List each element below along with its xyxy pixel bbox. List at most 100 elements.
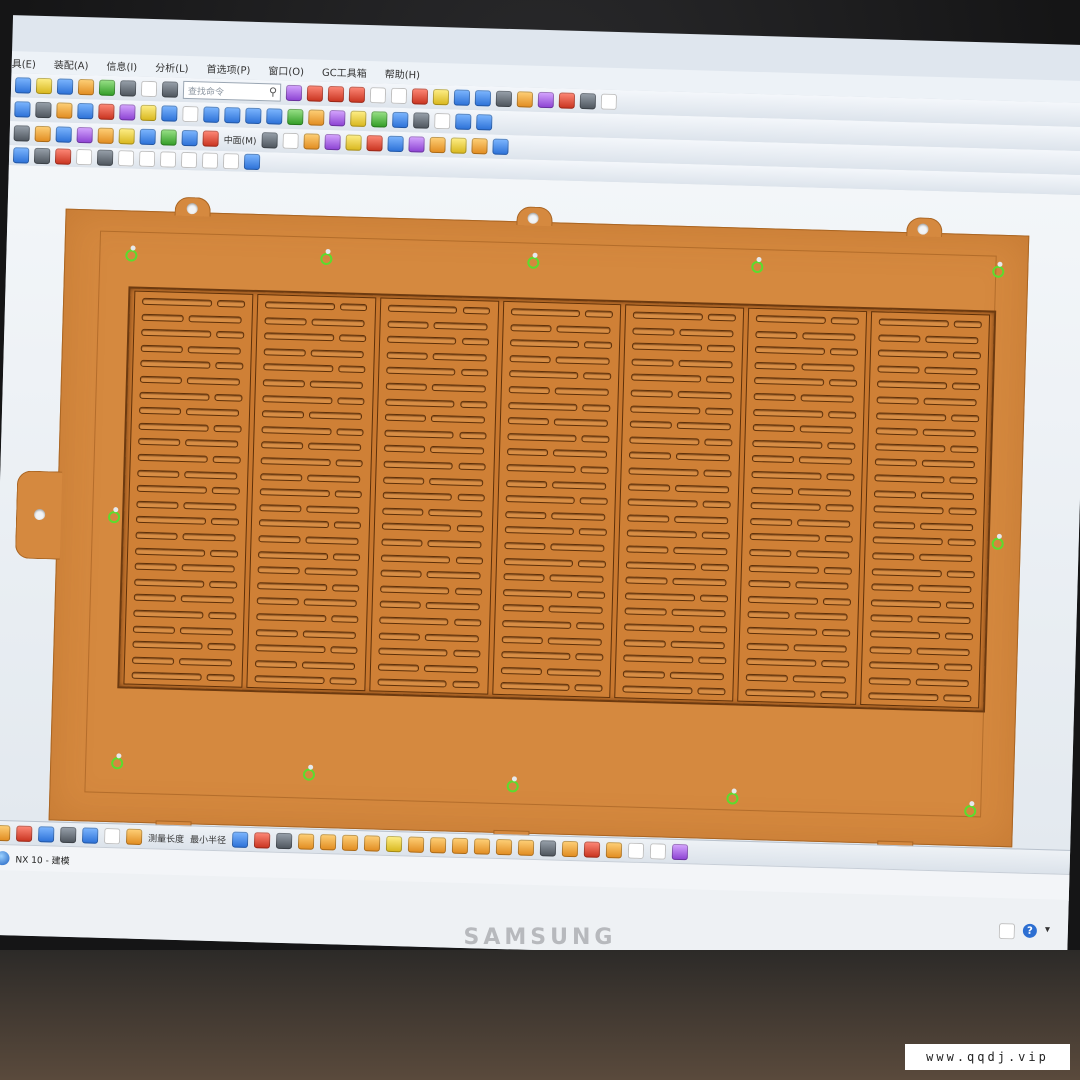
mold-icon-7[interactable] [429,837,447,854]
draft-icon[interactable] [579,92,597,110]
selection-icon-5[interactable] [96,149,114,166]
view-icon[interactable] [600,93,618,110]
cube-icon-3[interactable] [266,108,283,125]
cube-icon-2[interactable] [245,107,262,125]
face-icon-6[interactable] [118,128,135,145]
selection-icon-3[interactable] [54,148,72,165]
feature-icon-4[interactable] [77,102,94,120]
mold-icon-13[interactable] [561,840,579,858]
point-marker[interactable] [991,537,1004,550]
analysis-icon-5[interactable] [81,827,99,844]
face-icon-8[interactable] [160,129,177,146]
clock-icon[interactable] [649,843,667,860]
analysis-icon-8[interactable] [253,832,271,849]
mold-icon-6[interactable] [407,836,425,853]
menu-preferences[interactable]: 首选项(P) [206,60,250,76]
face-icon-14[interactable] [324,133,341,151]
redo-icon[interactable] [56,78,74,95]
taskbar-item-nx[interactable]: NX 10 - 建模 [0,850,70,867]
hand-icon[interactable] [35,77,53,95]
mold-icon-15[interactable] [605,841,623,859]
face-icon-4[interactable] [76,126,93,144]
feature-icon-7[interactable] [140,104,157,122]
slot-panel[interactable] [737,307,868,705]
feature-icon-8[interactable] [161,105,178,122]
face-icon-19[interactable] [429,136,446,154]
selection-icon-12[interactable] [243,153,261,171]
graphics-window[interactable] [0,165,1080,862]
selection-icon-11[interactable] [222,153,240,170]
menu-gc-toolbox[interactable]: GC工具箱 [322,63,367,79]
offset-curve-icon[interactable] [369,87,387,104]
slot-panel[interactable] [491,300,622,699]
feature-icon-9[interactable] [182,105,199,123]
face-icon-22[interactable] [492,138,509,155]
analysis-icon-6[interactable] [103,827,121,845]
selection-icon-6[interactable] [117,150,135,167]
datum-icon[interactable] [516,91,534,108]
face-icon-3[interactable] [55,126,72,143]
menu-assembly[interactable]: 装配(A) [54,56,89,72]
selection-icon-1[interactable] [12,147,30,164]
undo-icon[interactable] [14,77,32,94]
face-icon-11[interactable] [261,132,278,149]
slot-panel[interactable] [860,311,991,709]
edge-blend-icon[interactable] [558,92,576,109]
arc-icon[interactable] [327,85,345,103]
select-icon[interactable] [98,79,116,96]
analysis-icon-1[interactable] [0,824,11,842]
analysis-icon-9[interactable] [275,832,293,850]
mold-icon-14[interactable] [583,841,601,858]
display-icon[interactable] [161,81,179,98]
face-icon-12[interactable] [282,132,299,150]
selection-icon-8[interactable] [159,151,177,168]
selection-icon-7[interactable] [138,150,156,168]
selection-icon-2[interactable] [33,147,51,165]
point-marker[interactable] [992,265,1005,278]
analysis-icon-4[interactable] [59,826,77,844]
feature-icon-2[interactable] [35,101,52,119]
orient-icon[interactable] [392,111,409,129]
mold-icon-12[interactable] [539,840,557,857]
slot-panel[interactable] [246,294,377,692]
feature-icon-6[interactable] [119,104,136,121]
slot-cavity[interactable] [117,286,997,713]
mold-icon-9[interactable] [473,838,491,855]
fill-icon[interactable] [308,109,325,126]
sketch-icon[interactable] [390,87,408,105]
face-icon-1[interactable] [13,125,30,142]
subtract-icon[interactable] [474,90,492,107]
face-icon-7[interactable] [139,128,156,146]
section-icon[interactable] [434,112,451,130]
mold-icon-4[interactable] [363,835,381,852]
slot-panel[interactable] [614,304,745,702]
menu-analysis[interactable]: 分析(L) [155,59,189,75]
mold-icon-2[interactable] [319,834,337,851]
refresh-icon[interactable] [671,843,689,861]
face-icon-15[interactable] [345,134,362,151]
feature-icon-1[interactable] [14,101,31,118]
mold-icon-11[interactable] [517,839,535,856]
unite-icon[interactable] [453,89,471,106]
slot-panel[interactable] [123,290,254,688]
snap-icon[interactable] [77,78,95,96]
filter-icon[interactable] [119,80,137,97]
face-icon-16[interactable] [366,135,383,152]
feature-icon-5[interactable] [98,103,115,120]
wireframe-icon[interactable] [371,111,388,128]
menu-information[interactable]: 信息(I) [106,57,137,73]
feature-icon-10[interactable] [203,106,220,123]
face-icon-9[interactable] [181,129,198,147]
selection-icon-10[interactable] [201,152,219,169]
camera-icon[interactable] [476,114,493,131]
mold-icon-3[interactable] [341,834,359,852]
mold-icon-10[interactable] [495,838,513,856]
face-icon-17[interactable] [387,135,404,153]
menu-window[interactable]: 窗口(O) [268,62,304,78]
menu-tools[interactable]: 具(E) [12,55,37,71]
analysis-icon-7[interactable] [231,831,249,848]
revolve-icon[interactable] [432,88,450,106]
command-search-input[interactable]: 查找命令 ⚲ [182,80,282,102]
mold-icon-16[interactable] [627,842,645,860]
view-triad-icon[interactable] [455,113,472,130]
